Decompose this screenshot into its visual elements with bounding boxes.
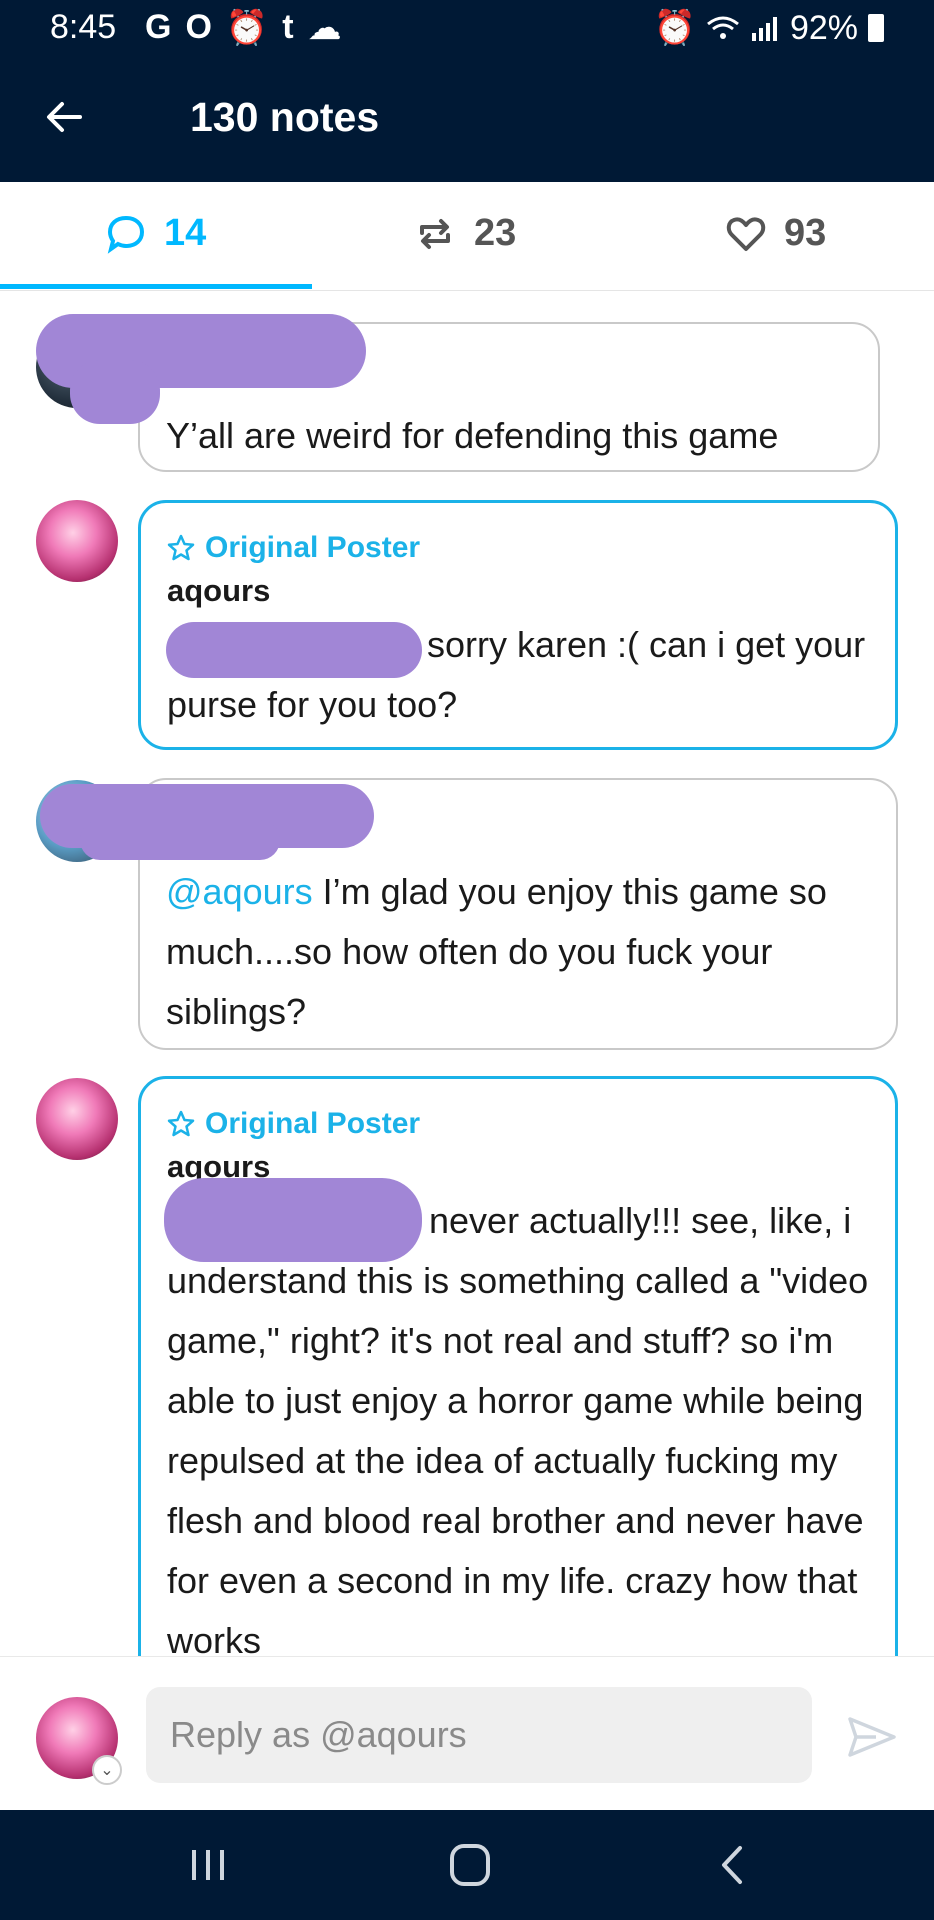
tab-likes[interactable]: 93 — [726, 212, 826, 255]
status-bar: 8:45 G O ⏰ t ☁ ⏰ 92% — [0, 0, 934, 54]
status-time: 8:45 — [50, 8, 117, 46]
status-right: ⏰ 92% — [654, 8, 884, 48]
battery-text: 92% — [789, 8, 858, 47]
redaction-mark — [80, 820, 280, 860]
alarm-icon: ⏰ — [653, 9, 696, 47]
reply-author[interactable]: aqours — [167, 573, 869, 609]
chevron-down-icon[interactable]: ⌄ — [92, 1755, 122, 1785]
back-arrow-icon[interactable] — [40, 92, 90, 142]
tab-likes-count: 93 — [784, 212, 827, 254]
google-icon: G — [145, 8, 172, 46]
tumblr-icon: t — [282, 8, 294, 46]
back-nav-icon[interactable] — [704, 1840, 764, 1890]
original-poster-text: Original Poster — [205, 1107, 421, 1140]
reply-bar: ⌄ Reply as @aqours — [0, 1656, 934, 1811]
notification-icons: G O ⏰ t ☁ — [145, 8, 342, 48]
reply-text: Y’all are weird for defending this game — [166, 415, 779, 456]
opera-icon: O — [185, 8, 212, 46]
original-poster-label: Original Poster — [167, 531, 869, 565]
redaction-mark — [70, 360, 160, 424]
notes-tabs: 14 23 93 — [0, 182, 934, 291]
battery-icon — [868, 14, 884, 42]
wifi-icon — [707, 16, 739, 39]
tab-reblogs[interactable]: 23 — [414, 212, 516, 255]
mention-link[interactable]: @aqours — [166, 871, 313, 912]
redaction-mark — [164, 1178, 422, 1262]
reblog-icon — [420, 218, 450, 249]
star-icon — [167, 1110, 195, 1137]
tab-replies-count: 14 — [164, 212, 207, 254]
reply-text: @aqours I’m glad you enjoy this game so … — [166, 862, 870, 1042]
original-poster-label: Original Poster — [167, 1107, 869, 1141]
replies-feed[interactable]: Y’all are weird for defending this game … — [0, 290, 934, 1656]
send-icon[interactable] — [846, 1713, 898, 1761]
original-poster-text: Original Poster — [205, 531, 421, 564]
comment-icon — [107, 215, 145, 254]
redaction-mark — [166, 622, 422, 678]
avatar[interactable] — [36, 500, 118, 582]
recent-apps-icon[interactable] — [178, 1840, 238, 1890]
avatar[interactable] — [36, 1078, 118, 1160]
heart-icon — [726, 216, 766, 251]
system-nav-bar — [0, 1810, 934, 1920]
home-icon[interactable] — [440, 1840, 500, 1890]
tab-reblogs-count: 23 — [474, 212, 517, 254]
tab-replies[interactable]: 14 — [106, 212, 206, 255]
reply-bubble-op: Original Poster aqours never actually!!!… — [138, 1076, 898, 1656]
page-title: 130 notes — [190, 94, 380, 140]
reply-input[interactable]: Reply as @aqours — [146, 1687, 812, 1783]
signal-icon — [751, 17, 777, 41]
alarm-app-icon: ⏰ — [225, 9, 269, 47]
active-tab-indicator — [0, 284, 312, 289]
star-icon — [167, 534, 195, 561]
cloud-icon: ☁ — [307, 9, 342, 47]
app-header: 130 notes — [0, 54, 934, 182]
